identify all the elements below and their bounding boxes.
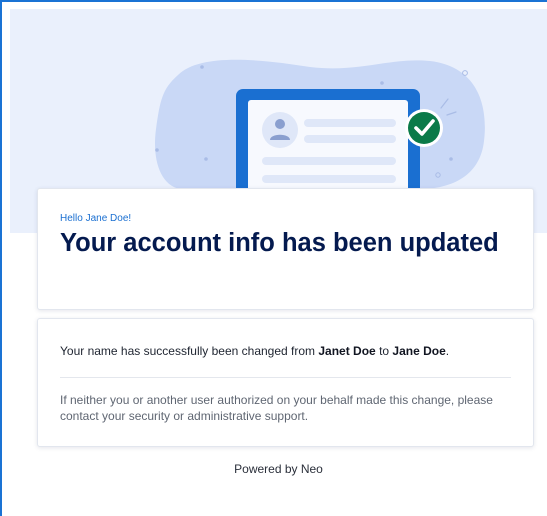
message-middle: to bbox=[375, 344, 393, 358]
divider bbox=[60, 377, 511, 378]
new-name: Jane Doe bbox=[392, 344, 446, 358]
placeholder-line bbox=[304, 119, 396, 127]
decor-dot bbox=[200, 65, 204, 69]
avatar-icon bbox=[262, 112, 298, 148]
old-name: Janet Doe bbox=[318, 344, 376, 358]
decor-dot bbox=[204, 157, 208, 161]
greeting-text: Hello Jane Doe! bbox=[60, 213, 132, 224]
security-notice: If neither you or another user authorize… bbox=[60, 393, 493, 423]
decor-dot bbox=[449, 157, 453, 161]
placeholder-line bbox=[262, 175, 396, 183]
decor-ring bbox=[462, 70, 468, 76]
message-suffix: . bbox=[445, 344, 450, 358]
checkmark-badge-icon bbox=[405, 109, 443, 147]
email-page: Hello Jane Doe! Your account info has be… bbox=[0, 0, 547, 516]
details-card: Your name has successfully been changed … bbox=[37, 318, 534, 447]
message-prefix: Your name has successfully been changed … bbox=[60, 344, 319, 358]
placeholder-line bbox=[262, 157, 396, 165]
placeholder-line bbox=[304, 135, 396, 143]
decor-dot bbox=[380, 81, 384, 85]
decor-dot bbox=[155, 148, 159, 152]
powered-by-footer: Powered by Neo bbox=[234, 462, 323, 476]
page-title: Your account info has been updated bbox=[60, 229, 499, 257]
headline-card: Hello Jane Doe! Your account info has be… bbox=[37, 188, 534, 310]
change-message: Your name has successfully been changed … bbox=[60, 343, 511, 359]
